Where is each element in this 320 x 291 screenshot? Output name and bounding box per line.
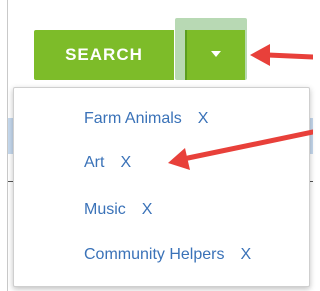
annotation-arrows: [168, 44, 313, 170]
arrow-to-dropdown-icon: [250, 44, 313, 66]
arrow-to-art-remove-icon: [168, 129, 313, 170]
